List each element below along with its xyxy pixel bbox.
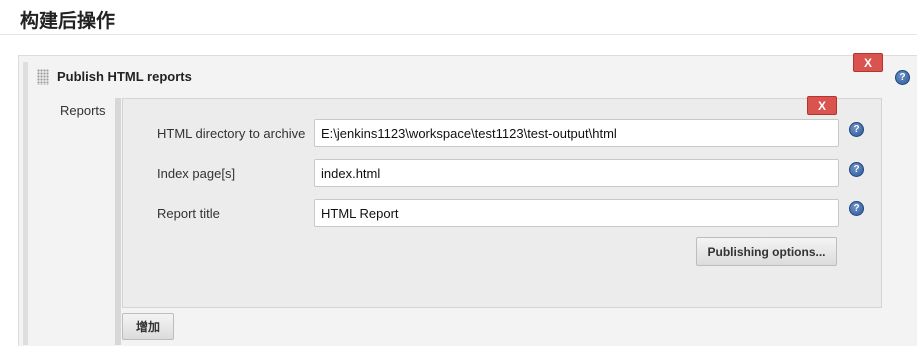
- report-title-input[interactable]: [314, 199, 839, 227]
- report-title-label: Report title: [157, 206, 220, 221]
- publishing-options-button[interactable]: Publishing options...: [696, 237, 837, 266]
- publisher-title: Publish HTML reports: [57, 69, 192, 84]
- html-directory-help-icon[interactable]: ?: [849, 122, 864, 137]
- header-divider: [0, 34, 917, 35]
- delete-report-button[interactable]: X: [807, 96, 837, 115]
- index-pages-help-icon[interactable]: ?: [849, 162, 864, 177]
- delete-publisher-button[interactable]: X: [853, 53, 883, 72]
- publisher-help-icon[interactable]: ?: [895, 70, 910, 85]
- reports-label: Reports: [60, 103, 106, 118]
- drag-handle-icon[interactable]: [37, 69, 49, 85]
- add-report-button[interactable]: 增加: [122, 313, 174, 340]
- publisher-panel-bar: [23, 62, 28, 345]
- index-pages-label: Index page[s]: [157, 166, 236, 181]
- html-directory-input[interactable]: [314, 119, 839, 147]
- index-pages-input[interactable]: [314, 159, 839, 187]
- reports-panel-bar: [115, 98, 121, 345]
- report-title-help-icon[interactable]: ?: [849, 201, 864, 216]
- section-title: 构建后操作: [20, 10, 116, 32]
- html-directory-label: HTML directory to archive: [157, 126, 306, 141]
